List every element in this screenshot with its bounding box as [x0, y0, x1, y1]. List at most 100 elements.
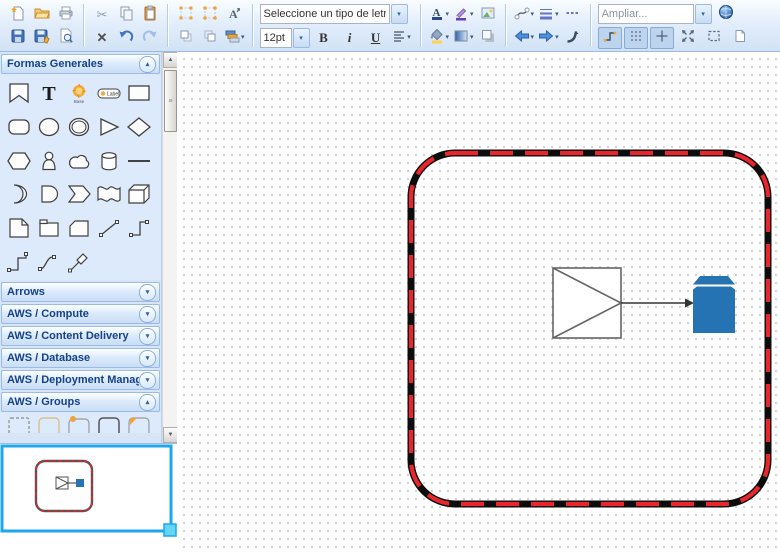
rounded-edge-button[interactable]	[561, 26, 585, 48]
expand-icon[interactable]: ▾	[139, 350, 156, 367]
shape-ellipse[interactable]	[34, 115, 64, 139]
show-guides-toggle[interactable]	[650, 27, 674, 49]
font-family-input[interactable]	[260, 4, 390, 24]
sidebar-scrollbar[interactable]: ▲ ≡ ▼	[162, 52, 177, 443]
open-button[interactable]	[30, 3, 54, 25]
send-backward-button[interactable]	[174, 26, 198, 48]
shape-rhombus[interactable]	[124, 115, 154, 139]
shape-base-icon[interactable]: Base	[64, 81, 94, 105]
save-button[interactable]	[6, 26, 30, 48]
shape-corner-flag-group[interactable]	[126, 416, 152, 433]
scroll-down-button[interactable]: ▼	[163, 427, 178, 443]
outline-toggle-button[interactable]	[702, 27, 726, 49]
font-size-button[interactable]: A	[222, 3, 247, 25]
section-header-aws-deployment-management[interactable]: AWS / Deployment Management ▾	[1, 370, 160, 390]
expand-icon[interactable]: ▾	[139, 328, 156, 345]
expand-icon[interactable]: ▾	[139, 284, 156, 301]
shape-cloud[interactable]	[64, 149, 94, 173]
shape-line-connector[interactable]	[94, 216, 124, 240]
font-family-combo[interactable]: ▾	[260, 4, 408, 24]
shape-elbow-connector-2[interactable]	[4, 250, 34, 274]
undo-button[interactable]	[114, 26, 138, 48]
font-size-dropdown-icon[interactable]: ▾	[293, 28, 310, 48]
shape-corner-dot-group[interactable]	[66, 416, 92, 433]
shape-double-line-arrow[interactable]	[64, 250, 94, 274]
save-as-button[interactable]	[30, 26, 54, 48]
cut-button[interactable]: ✂	[90, 3, 114, 25]
expand-icon[interactable]: ▾	[139, 372, 156, 389]
font-family-dropdown-icon[interactable]: ▾	[391, 4, 408, 24]
print-button[interactable]	[54, 3, 78, 25]
connector-style-button[interactable]: ▾	[512, 3, 537, 25]
image-button[interactable]	[476, 3, 500, 25]
font-size-combo[interactable]: ▾	[260, 28, 310, 48]
font-size-input[interactable]	[260, 28, 292, 48]
arrow-end-button[interactable]: ▾	[536, 26, 561, 48]
shape-delay[interactable]	[34, 182, 64, 206]
zoom-combo[interactable]: ▾	[598, 4, 712, 24]
shape-cylinder[interactable]	[94, 149, 124, 173]
select-region-button[interactable]	[174, 3, 198, 25]
fit-page-button[interactable]	[676, 27, 700, 49]
scroll-up-button[interactable]: ▲	[163, 52, 178, 68]
shape-bookmark[interactable]	[4, 81, 34, 105]
outline-panel[interactable]	[0, 443, 178, 554]
select-vertices-button[interactable]	[198, 3, 222, 25]
font-color-button[interactable]: A ▾	[427, 3, 452, 25]
shape-plain-group[interactable]	[96, 416, 122, 433]
gradient-button[interactable]: ▾	[451, 26, 476, 48]
collapse-icon[interactable]: ▴	[139, 56, 156, 73]
shape-crescent[interactable]	[4, 182, 34, 206]
help-button[interactable]	[714, 3, 738, 25]
redo-button[interactable]	[138, 26, 162, 48]
section-header-aws-compute[interactable]: AWS / Compute ▾	[1, 304, 160, 324]
italic-button[interactable]: i	[338, 27, 362, 49]
outline-viewport[interactable]	[2, 446, 171, 531]
outline-resize-handle[interactable]	[164, 524, 176, 536]
shape-tan-group[interactable]	[36, 416, 62, 433]
shadow-button[interactable]	[476, 26, 500, 48]
section-header-aws-content-delivery[interactable]: AWS / Content Delivery ▾	[1, 326, 160, 346]
preview-button[interactable]	[54, 26, 78, 48]
section-header-aws-groups[interactable]: AWS / Groups ▴	[1, 392, 160, 412]
edge-arrow[interactable]	[621, 299, 694, 308]
source-node[interactable]	[553, 268, 621, 338]
shape-actor[interactable]	[34, 149, 64, 173]
bring-forward-button[interactable]	[198, 26, 222, 48]
target-node[interactable]	[693, 276, 735, 333]
shape-label[interactable]: Label	[94, 81, 124, 105]
underline-button[interactable]: U	[364, 27, 388, 49]
elbow-connector-toggle[interactable]	[598, 27, 622, 49]
collapse-icon[interactable]: ▴	[139, 394, 156, 411]
shape-curve-connector[interactable]	[34, 250, 64, 274]
shape-tape[interactable]	[94, 182, 124, 206]
shape-note[interactable]	[4, 216, 34, 240]
layout-button[interactable]: ▾	[222, 26, 247, 48]
delete-button[interactable]: ✕	[90, 26, 114, 48]
dashed-line-button[interactable]	[561, 3, 585, 25]
copy-button[interactable]	[114, 3, 138, 25]
section-header-formas-generales[interactable]: Formas Generales ▴	[1, 54, 160, 74]
shape-cube[interactable]	[124, 182, 154, 206]
shape-text[interactable]: T	[34, 81, 64, 105]
new-page-button[interactable]	[728, 27, 752, 49]
shape-triangle[interactable]	[94, 115, 124, 139]
line-width-button[interactable]: ▾	[536, 3, 561, 25]
shape-rectangle[interactable]	[124, 81, 154, 105]
scrollbar-thumb[interactable]: ≡	[164, 70, 177, 132]
align-button[interactable]: ▾	[390, 27, 414, 49]
arrow-start-button[interactable]: ▾	[512, 26, 537, 48]
shape-horizontal-line[interactable]	[124, 149, 154, 173]
shape-card-tab[interactable]	[34, 216, 64, 240]
zoom-dropdown-icon[interactable]: ▾	[695, 4, 712, 24]
shape-elbow-connector[interactable]	[124, 216, 154, 240]
shape-double-ellipse[interactable]	[64, 115, 94, 139]
shape-card[interactable]	[64, 216, 94, 240]
fill-color-button[interactable]: ▾	[427, 26, 452, 48]
zoom-input[interactable]	[598, 4, 694, 24]
shape-dashed-group[interactable]	[6, 416, 32, 433]
show-grid-toggle[interactable]	[624, 27, 648, 49]
paste-button[interactable]	[138, 3, 162, 25]
shape-hexagon[interactable]	[4, 149, 34, 173]
line-color-button[interactable]: ▾	[451, 3, 476, 25]
